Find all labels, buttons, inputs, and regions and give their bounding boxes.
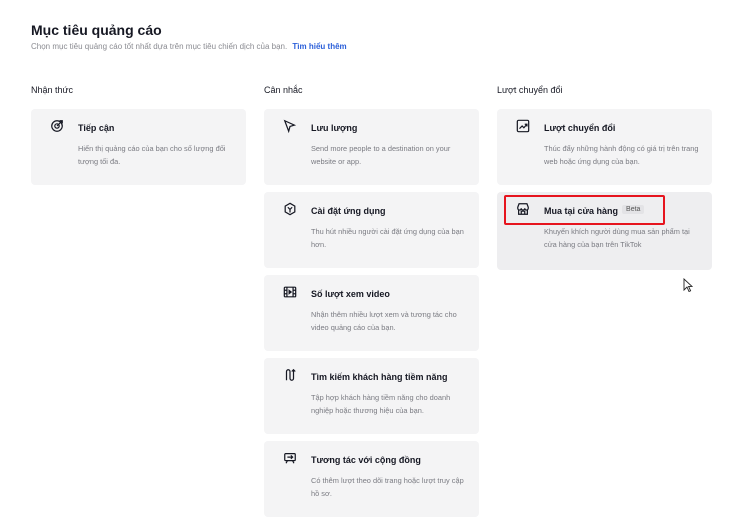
objective-card-traffic[interactable]: Lưu lượng Send more people to a destinat… <box>264 109 479 185</box>
objective-card-video-views[interactable]: Số lượt xem video Nhận thêm nhiều lượt x… <box>264 275 479 351</box>
card-title: Lượt chuyển đổi <box>544 123 616 133</box>
objective-card-lead-generation[interactable]: Tìm kiếm khách hàng tiềm năng Tập hợp kh… <box>264 358 479 434</box>
app-install-icon <box>282 201 298 217</box>
card-description: Tập hợp khách hàng tiềm năng cho doanh n… <box>311 393 451 415</box>
mouse-pointer-icon <box>683 278 693 292</box>
card-title: Lưu lượng <box>311 123 358 133</box>
column-heading-awareness: Nhận thức <box>31 85 74 95</box>
card-description: Hiển thị quảng cáo của bạn cho số lượng … <box>78 144 226 166</box>
learn-more-link[interactable]: Tìm hiểu thêm <box>292 42 346 51</box>
card-title: Tiếp cận <box>78 123 115 133</box>
community-interaction-icon <box>282 450 298 466</box>
card-title: Tìm kiếm khách hàng tiềm năng <box>311 372 448 382</box>
card-description: Thúc đẩy những hành động có giá trị trên… <box>544 144 699 166</box>
cursor-arrow-icon <box>282 118 298 134</box>
card-description: Có thêm lượt theo dõi trang hoặc lượt tr… <box>311 476 464 498</box>
column-heading-consideration: Cân nhắc <box>264 85 303 95</box>
highlight-box <box>504 195 665 225</box>
card-title: Số lượt xem video <box>311 289 390 299</box>
card-description: Khuyến khích người dùng mua sản phẩm tại… <box>544 227 690 249</box>
subtitle-text: Chọn mục tiêu quảng cáo tốt nhất dựa trê… <box>31 42 288 51</box>
card-description: Send more people to a destination on you… <box>311 144 451 166</box>
target-icon <box>49 118 65 134</box>
column-heading-conversion: Lượt chuyển đổi <box>497 85 563 95</box>
card-description: Thu hút nhiều người cài đặt ứng dụng của… <box>311 227 464 249</box>
conversion-chart-icon <box>515 118 531 134</box>
objective-card-app-install[interactable]: Cài đặt ứng dụng Thu hút nhiều người cài… <box>264 192 479 268</box>
card-title: Tương tác với cộng đồng <box>311 455 421 465</box>
card-title: Cài đặt ứng dụng <box>311 206 386 216</box>
page-subtitle: Chọn mục tiêu quảng cáo tốt nhất dựa trê… <box>31 42 347 51</box>
card-description: Nhận thêm nhiều lượt xem và tương tác ch… <box>311 310 457 332</box>
video-film-icon <box>282 284 298 300</box>
page-title: Mục tiêu quảng cáo <box>31 22 162 38</box>
objective-card-reach[interactable]: Tiếp cận Hiển thị quảng cáo của bạn cho … <box>31 109 246 185</box>
objective-card-conversions[interactable]: Lượt chuyển đổi Thúc đẩy những hành động… <box>497 109 712 185</box>
lead-generation-icon <box>282 367 298 383</box>
objective-card-community-interaction[interactable]: Tương tác với cộng đồng Có thêm lượt the… <box>264 441 479 517</box>
